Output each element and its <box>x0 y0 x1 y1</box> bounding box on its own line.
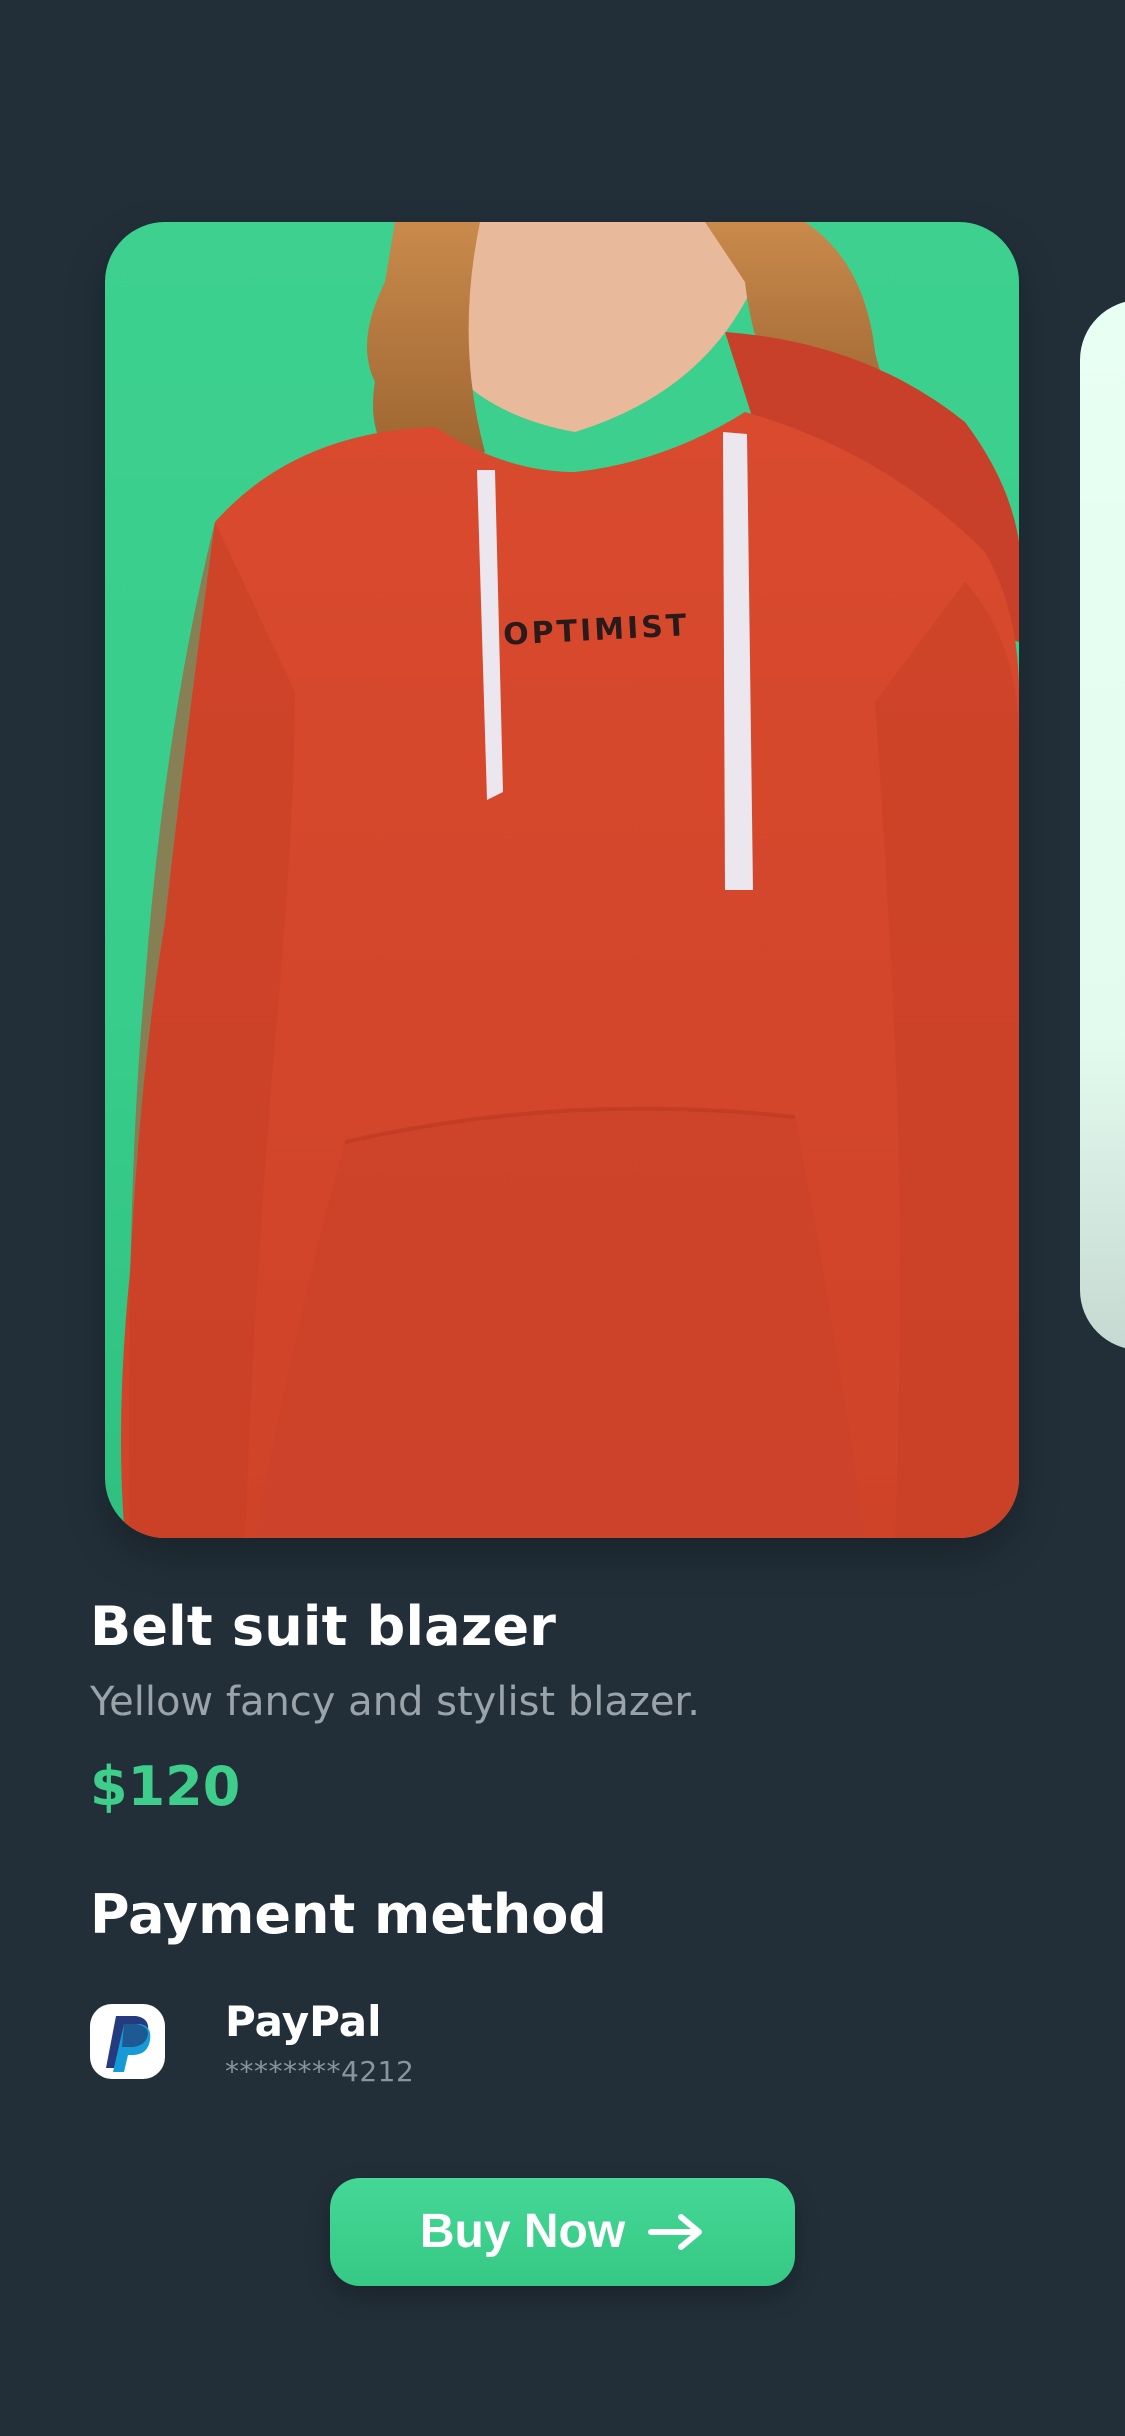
product-image: OPTIMIST <box>121 222 1019 1538</box>
buy-now-label: Buy Now <box>419 2205 626 2258</box>
product-price: $120 <box>90 1755 241 1818</box>
product-description: Yellow fancy and stylist blazer. <box>90 1679 700 1725</box>
hoodie-pocket <box>255 1108 865 1538</box>
product-image-card[interactable]: OPTIMIST <box>105 222 1019 1538</box>
paypal-logo-glyph <box>105 2015 150 2072</box>
payment-card-number: ********4212 <box>225 2055 415 2088</box>
product-checkout-screen: OPTIMIST Belt suit blazer Yellow fancy a… <box>0 0 1125 2436</box>
arrow-right-icon <box>648 2214 703 2250</box>
paypal-icon[interactable] <box>90 2004 165 2079</box>
payment-method-title: Payment method <box>90 1883 607 1946</box>
payment-method-name[interactable]: PayPal <box>225 1994 381 2050</box>
product-title: Belt suit blazer <box>90 1595 557 1658</box>
buy-now-button[interactable]: Buy Now <box>330 2178 795 2286</box>
next-product-card-peek[interactable] <box>1080 300 1125 1350</box>
